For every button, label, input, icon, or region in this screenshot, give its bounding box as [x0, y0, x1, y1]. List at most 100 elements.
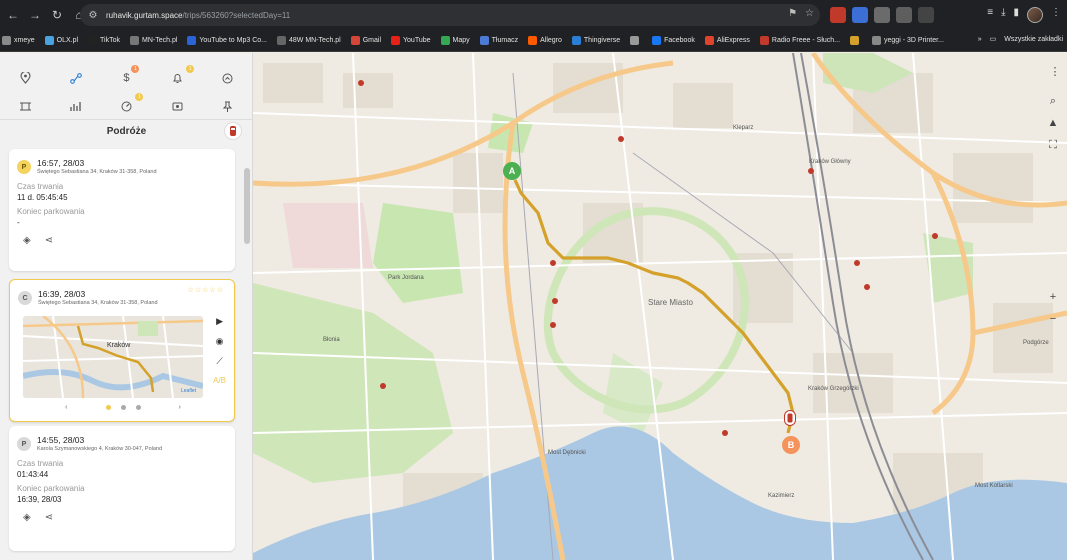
speed-chart-icon[interactable]: ⟋	[216, 356, 222, 367]
bell-icon[interactable]: 1	[164, 65, 195, 89]
speedometer-icon[interactable]: 1	[113, 93, 144, 117]
playback-speed-icon[interactable]: ◉	[216, 336, 224, 347]
share-icon[interactable]: ⋖	[45, 235, 53, 246]
url-text[interactable]: ruhavik.gurtam.space/trips/563260?select…	[106, 11, 290, 20]
pager-prev-button[interactable]: ‹	[65, 404, 67, 411]
play-icon[interactable]: ▶	[216, 316, 223, 327]
pager-dot[interactable]	[135, 405, 141, 410]
pager-next-button[interactable]: ›	[179, 404, 181, 411]
address-bar[interactable]: ⚙ ruhavik.gurtam.space/trips/563260?sele…	[80, 4, 820, 26]
fullscreen-icon[interactable]: ⛶	[1045, 137, 1061, 153]
bookmark-item[interactable]: Thingiverse	[571, 36, 620, 45]
extension-icon[interactable]	[852, 7, 868, 23]
route-end-marker[interactable]: B	[782, 436, 800, 454]
bookmarks-bar: xmeye OLX.pl TikTok MN-Tech.pl YouTube to Mp…	[0, 30, 1067, 52]
menu-icon[interactable]: ⋮	[1051, 7, 1061, 23]
trips-icon[interactable]	[63, 67, 89, 89]
url-path: /trips/563260?selectedDay=11	[182, 10, 291, 20]
car-marker-icon[interactable]	[784, 410, 796, 426]
forward-icon[interactable]: →	[24, 4, 46, 26]
parking-end-value: 16:39, 28/03	[17, 495, 62, 504]
directions-icon[interactable]: ◈	[23, 235, 31, 246]
bookmark-item[interactable]: AliExpress	[704, 36, 750, 45]
settings-icon[interactable]	[164, 95, 190, 117]
parking-end-label: Koniec parkowania	[17, 207, 85, 216]
trip-address: Świętego Sebastiana 34, Kraków 31-358, P…	[38, 300, 158, 306]
trip-card-parking[interactable]: P 16:57, 28/03 Świętego Sebastiana 34, K…	[9, 149, 235, 271]
reload-icon[interactable]: ↻	[46, 4, 68, 26]
bookmark-item[interactable]: YouTube	[391, 36, 431, 45]
all-bookmarks-button[interactable]: Wszystkie zakładki	[1004, 36, 1063, 43]
extension-icon[interactable]	[896, 7, 912, 23]
map-search-icon[interactable]: ⌕	[1045, 93, 1061, 109]
route-ab-icon[interactable]: A/B	[213, 376, 226, 385]
parking-end-label: Koniec parkowania	[17, 484, 85, 493]
parking-icon: P	[17, 160, 31, 174]
bookmark-item[interactable]: yeggi - 3D Printer...	[872, 36, 944, 45]
bookmark-label: 48W MN-Tech.pl	[289, 37, 341, 44]
dollar-icon[interactable]: $1	[113, 65, 140, 89]
trip-time: 14:55, 28/03	[37, 435, 85, 445]
bookmark-label: Facebook	[664, 37, 695, 44]
pager-dot[interactable]	[105, 405, 111, 410]
geofence-icon[interactable]	[12, 95, 38, 117]
rating-stars[interactable]: ☆☆☆☆☆	[188, 286, 224, 294]
map-more-icon[interactable]: ⋮	[1047, 63, 1063, 79]
map-view[interactable]: Stare Miasto Most Dębnicki Most Kotlarsk…	[253, 53, 1067, 560]
bookmark-favicon-icon	[528, 36, 538, 45]
pin-icon[interactable]	[215, 95, 241, 117]
pager-dot[interactable]	[120, 405, 126, 410]
bookmark-item[interactable]: TikTok	[88, 36, 120, 45]
car-icon[interactable]	[224, 122, 242, 140]
zoom-out-button[interactable]: −	[1045, 311, 1061, 327]
bookmark-item[interactable]	[850, 36, 862, 45]
panel-scrollbar[interactable]	[244, 168, 250, 244]
trip-card-drive[interactable]: ☆☆☆☆☆ C 16:39, 28/03 Świętego Sebastiana…	[9, 279, 235, 422]
download-icon[interactable]: ⤓	[1001, 7, 1005, 23]
route-start-marker[interactable]: A	[503, 162, 521, 180]
location-icon[interactable]	[12, 67, 38, 89]
translate-icon[interactable]: ⚑	[788, 8, 797, 19]
extensions-puzzle-icon[interactable]	[918, 7, 934, 23]
bookmark-favicon-icon	[2, 36, 11, 45]
extension-icon[interactable]	[874, 7, 890, 23]
site-info-icon[interactable]: ⚙	[86, 8, 100, 22]
zoom-in-button[interactable]: +	[1045, 289, 1061, 305]
north-arrow-icon[interactable]: ▲	[1045, 115, 1061, 131]
timer-icon[interactable]	[215, 67, 241, 89]
bookmark-item[interactable]: Tłumacz	[479, 36, 518, 45]
map-label: Kraków Główny	[809, 159, 851, 165]
trips-panel: $1 1 1 Podróże P 16:57, 28/03 Świętego S…	[0, 53, 253, 560]
folder-icon: ▭	[989, 36, 997, 43]
bookmark-item[interactable]: Facebook	[652, 36, 695, 45]
bookmarks-overflow-button[interactable]: »	[978, 36, 982, 43]
share-icon[interactable]: ⋖	[45, 512, 53, 523]
sidebar-icon[interactable]: ▮	[1013, 7, 1019, 23]
bookmark-item[interactable]: Radio Freee - Słuch...	[759, 36, 840, 45]
bookmark-item[interactable]: YouTube to Mp3 Co...	[187, 36, 267, 45]
bookmark-item[interactable]: MN-Tech.pl	[130, 36, 177, 45]
bookmark-item[interactable]	[630, 36, 642, 45]
bookmark-label: YouTube	[403, 37, 431, 44]
bookmark-favicon-icon	[130, 36, 139, 45]
map-label: Stare Miasto	[648, 298, 693, 307]
url-host: ruhavik.gurtam.space	[106, 10, 183, 20]
map-attribution[interactable]: Leaflet	[181, 388, 196, 394]
bookmark-item[interactable]: OLX.pl	[44, 36, 78, 45]
bookmark-item[interactable]: Gmail	[350, 36, 381, 45]
directions-icon[interactable]: ◈	[23, 512, 31, 523]
trip-address: Świętego Sebastiana 34, Kraków 31-358, P…	[37, 169, 157, 175]
bookmark-item[interactable]: 48W MN-Tech.pl	[277, 36, 341, 45]
profile-avatar[interactable]	[1027, 7, 1043, 23]
extension-icon[interactable]	[830, 7, 846, 23]
bookmark-item[interactable]: Allegro	[528, 36, 562, 45]
duration-label: Czas trwania	[17, 459, 64, 468]
queue-icon[interactable]: ≡	[987, 7, 993, 23]
trip-card-parking[interactable]: P 14:55, 28/03 Karola Szymanowskiego 4, …	[9, 426, 235, 551]
back-icon[interactable]: ←	[2, 4, 24, 26]
stats-icon[interactable]	[63, 95, 89, 117]
trip-minimap[interactable]: Kraków Leaflet	[23, 316, 203, 398]
bookmark-star-icon[interactable]: ☆	[805, 8, 814, 19]
bookmark-item[interactable]: Mapy	[440, 36, 470, 45]
bookmark-item[interactable]: xmeye	[2, 36, 35, 45]
